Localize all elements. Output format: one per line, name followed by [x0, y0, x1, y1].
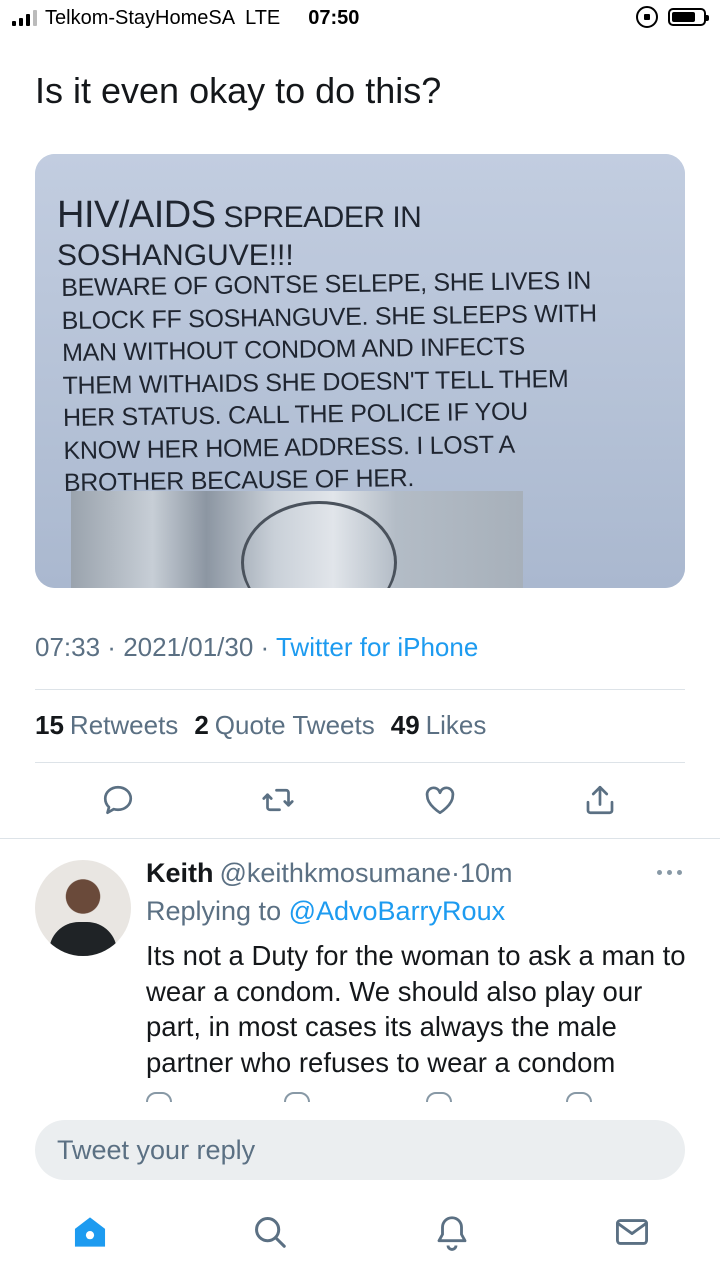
tweet-meta: 07:33 · 2021/01/30 · Twitter for iPhone: [35, 632, 478, 663]
reply-icon: [103, 785, 133, 815]
tweet-stats: 15 Retweets 2 Quote Tweets 49 Likes: [35, 710, 486, 741]
retweets-label: Retweets: [69, 710, 179, 740]
tweet-text: Is it even okay to do this?: [35, 70, 442, 111]
tweet-date: 2021/01/30: [123, 632, 254, 662]
quotes-label: Quote Tweets: [214, 710, 375, 740]
reply-author-handle[interactable]: @keithkmosumane: [220, 858, 452, 888]
status-time: 07:50: [308, 6, 360, 29]
reply-text: Its not a Duty for the woman to ask a ma…: [146, 940, 686, 1078]
tweet-action-bar: [0, 780, 720, 826]
divider: [35, 689, 685, 690]
reply-author-name[interactable]: Keith: [146, 858, 214, 888]
notifications-icon: [437, 1216, 467, 1251]
share-button[interactable]: [580, 780, 620, 820]
reply-retweet-icon[interactable]: [284, 1092, 310, 1102]
tweet-source-link[interactable]: Twitter for iPhone: [276, 632, 478, 662]
poster-body: BEWARE OF GONTSE SELEPE, SHE LIVES IN BL…: [61, 266, 597, 497]
search-icon: [255, 1217, 286, 1248]
poster-heading: HIV/AIDS SPREADER IN SOSHANGUVE!!!: [57, 194, 422, 273]
home-icon: [74, 1217, 106, 1247]
replying-handle[interactable]: @AdvoBarryRoux: [289, 896, 506, 926]
status-bar: Telkom-StayHomeSA LTE 07:50: [0, 0, 720, 36]
share-icon: [586, 785, 614, 815]
carrier-name: Telkom-StayHomeSA: [45, 6, 236, 29]
reply-age: 10m: [460, 858, 513, 888]
likes-label: Likes: [425, 710, 487, 740]
meta-separator: ·: [253, 632, 276, 662]
retweets-stat[interactable]: 15 Retweets: [35, 710, 178, 741]
reply-dot: ·: [451, 858, 461, 888]
like-button[interactable]: [420, 780, 460, 820]
reply-button[interactable]: [98, 780, 138, 820]
network-type: LTE: [245, 6, 281, 29]
poster-heading-small: SPREADER IN: [215, 201, 422, 234]
orientation-lock-icon: [636, 6, 658, 28]
poster-heading-big: HIV/AIDS: [57, 194, 216, 236]
reply-share-icon[interactable]: [566, 1092, 592, 1102]
retweets-count: 15: [35, 710, 64, 740]
more-options-icon[interactable]: [657, 870, 682, 875]
meta-separator: ·: [100, 632, 124, 662]
reply-like-icon[interactable]: [426, 1092, 452, 1102]
reply-input[interactable]: Tweet your reply: [35, 1120, 685, 1180]
tweet-image[interactable]: HIV/AIDS SPREADER IN SOSHANGUVE!!! BEWAR…: [35, 154, 685, 588]
reply-action-bar: [146, 1092, 606, 1102]
reply-composer: Tweet your reply: [0, 1104, 720, 1196]
quotes-count: 2: [194, 710, 209, 740]
retweet-icon: [262, 788, 294, 812]
likes-count: 49: [390, 710, 420, 740]
retweet-button[interactable]: [258, 780, 298, 820]
tab-bar: [0, 1196, 720, 1280]
likes-stat[interactable]: 49 Likes: [391, 710, 487, 741]
avatar[interactable]: [35, 860, 131, 956]
reply-reply-icon[interactable]: [146, 1092, 172, 1102]
like-icon: [425, 786, 455, 815]
reply-header: Keith @keithkmosumane·10m: [146, 858, 513, 889]
tab-search[interactable]: [250, 1212, 290, 1252]
messages-icon: [616, 1219, 648, 1245]
replying-to: Replying to @AdvoBarryRoux: [146, 896, 505, 927]
divider: [0, 838, 720, 839]
tab-messages[interactable]: [612, 1212, 652, 1252]
tab-notifications[interactable]: [432, 1212, 472, 1252]
tweet-time: 07:33: [35, 632, 101, 662]
reply-tweet[interactable]: Keith @keithkmosumane·10m Replying to @Ad…: [0, 840, 720, 1102]
divider: [35, 762, 685, 763]
quotes-stat[interactable]: 2 Quote Tweets: [194, 710, 374, 741]
tab-home[interactable]: [70, 1212, 110, 1252]
battery-icon: [668, 8, 709, 26]
signal-icon: [12, 10, 37, 26]
replying-prefix: Replying to: [146, 896, 289, 926]
poster-photo: [71, 491, 523, 588]
